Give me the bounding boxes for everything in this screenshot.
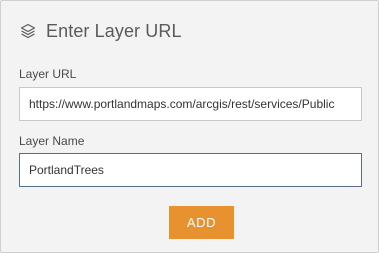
layer-name-label: Layer Name bbox=[19, 134, 85, 148]
panel-title: Enter Layer URL bbox=[46, 20, 182, 41]
layer-name-input[interactable] bbox=[19, 153, 362, 187]
layers-icon bbox=[19, 22, 37, 40]
layer-url-input[interactable] bbox=[19, 87, 362, 121]
layer-url-label: Layer URL bbox=[19, 67, 77, 81]
panel-header: Enter Layer URL bbox=[19, 19, 182, 43]
add-button[interactable]: ADD bbox=[169, 206, 234, 239]
enter-layer-url-panel: Enter Layer URL Layer URL Layer Name ADD bbox=[0, 0, 379, 253]
